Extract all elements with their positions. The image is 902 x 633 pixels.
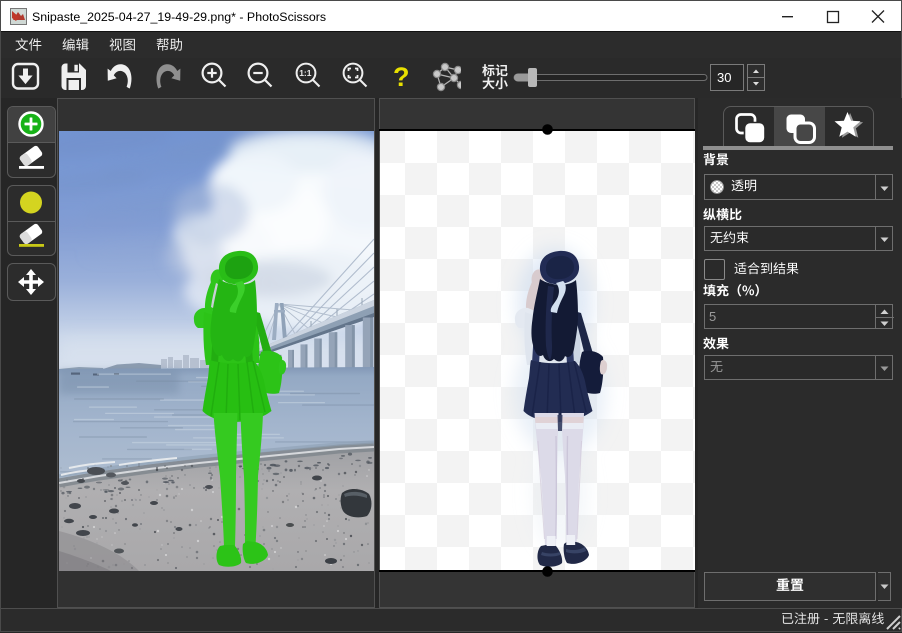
svg-text:?: ? — [393, 62, 410, 92]
svg-text:1:1: 1:1 — [299, 68, 312, 78]
